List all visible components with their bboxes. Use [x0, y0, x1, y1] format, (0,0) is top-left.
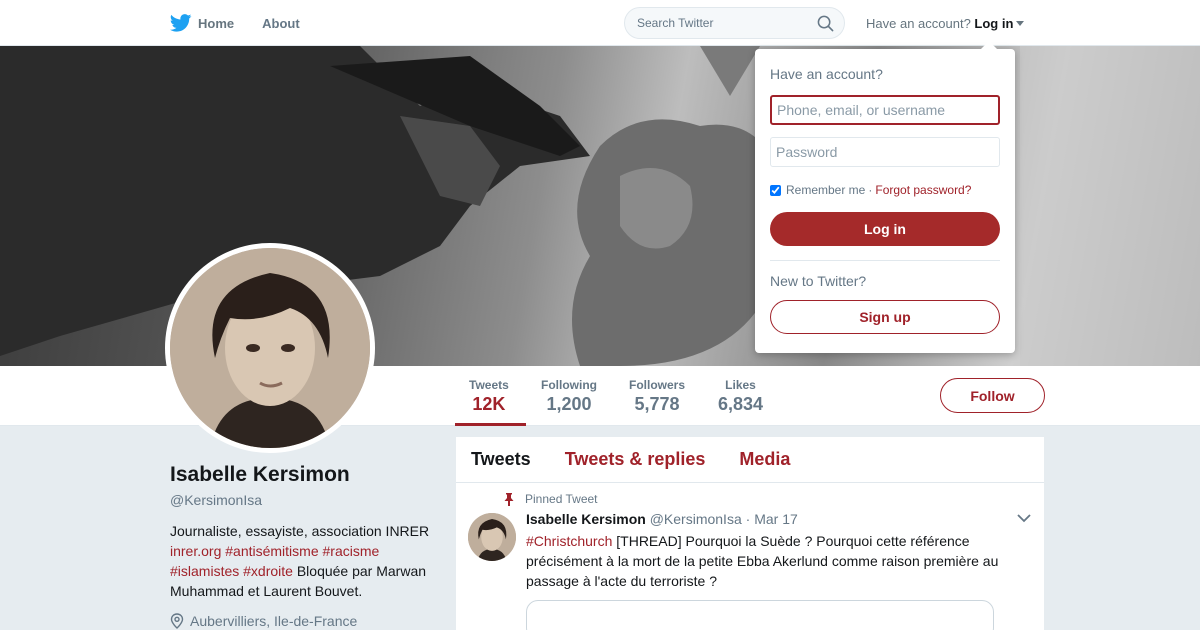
- profile-avatar[interactable]: [165, 243, 375, 453]
- signup-button[interactable]: Sign up: [770, 300, 1000, 334]
- active-stat-underline: [455, 423, 526, 426]
- tweet-media-card[interactable]: [526, 600, 994, 630]
- tab-tweets-replies[interactable]: Tweets & replies: [565, 449, 706, 470]
- profile-handle[interactable]: @KersimonIsa: [170, 492, 440, 508]
- tweet-author-avatar[interactable]: [468, 513, 516, 561]
- tab-media[interactable]: Media: [739, 449, 790, 470]
- profile-bio: Journaliste, essayiste, association INRE…: [170, 521, 440, 601]
- stat-likes[interactable]: Likes 6,834: [718, 378, 763, 415]
- divider: [770, 260, 1000, 261]
- caret-down-icon: [1016, 21, 1025, 26]
- stat-label: Following: [541, 378, 597, 392]
- follow-button[interactable]: Follow: [940, 378, 1045, 413]
- bio-link[interactable]: inrer.org: [170, 543, 221, 559]
- profile-name[interactable]: Isabelle Kersimon: [170, 463, 440, 487]
- profile-location: Aubervilliers, Ile-de-France: [170, 613, 440, 629]
- login-dropdown-toggle[interactable]: Log in: [974, 16, 1025, 31]
- have-account-prompt: Have an account? Log in: [866, 16, 1025, 31]
- profile-info: Isabelle Kersimon @KersimonIsa Journalis…: [170, 463, 440, 629]
- tweet-author-name[interactable]: Isabelle Kersimon: [526, 511, 646, 527]
- login-dropdown-title: Have an account?: [770, 66, 883, 82]
- login-button[interactable]: Log in: [770, 212, 1000, 246]
- tweet-avatar-portrait: [468, 513, 516, 561]
- search-input[interactable]: [625, 8, 805, 38]
- stat-value: 1,200: [546, 394, 592, 414]
- pin-icon: [504, 492, 514, 506]
- login-dropdown: Have an account? Remember me · Forgot pa…: [755, 41, 1015, 353]
- pinned-indicator: Pinned Tweet: [503, 492, 598, 506]
- avatar-photo: [170, 248, 370, 448]
- avatar-portrait: [170, 248, 370, 448]
- tweet-author-handle[interactable]: @KersimonIsa: [650, 511, 742, 527]
- stat-label: Followers: [629, 378, 686, 392]
- nav-left: Home About: [170, 0, 328, 46]
- stat-label: Tweets: [469, 378, 509, 392]
- nav-about[interactable]: About: [262, 16, 300, 31]
- tweet-separator: ·: [745, 511, 751, 527]
- search-icon[interactable]: [817, 15, 834, 32]
- tweet-hashtag[interactable]: #Christchurch: [526, 533, 612, 549]
- tweet-date[interactable]: Mar 17: [754, 511, 798, 527]
- password-field[interactable]: [770, 137, 1000, 167]
- timeline: Tweets Tweets & replies Media Pinned Twe…: [456, 437, 1044, 630]
- timeline-tabs: Tweets Tweets & replies Media: [456, 437, 1044, 483]
- stat-followers[interactable]: Followers 5,778: [629, 378, 685, 415]
- bio-hashtag[interactable]: #antisémitisme: [225, 543, 318, 559]
- nav-home-label: Home: [198, 15, 235, 31]
- bio-hashtag[interactable]: #racisme: [323, 543, 380, 559]
- remember-separator: ·: [868, 183, 873, 197]
- stat-value: 12K: [472, 394, 506, 414]
- new-to-twitter-label: New to Twitter?: [770, 273, 867, 289]
- stat-following[interactable]: Following 1,200: [541, 378, 597, 415]
- stat-value: 5,778: [634, 394, 680, 414]
- bio-hashtag[interactable]: #islamistes: [170, 563, 239, 579]
- chevron-down-icon[interactable]: [1017, 514, 1031, 523]
- top-navigation-bar: Home About Have an account? Log in: [0, 0, 1200, 46]
- stat-label: Likes: [725, 378, 756, 392]
- nav-home[interactable]: Home: [170, 14, 234, 32]
- username-field[interactable]: [770, 95, 1000, 125]
- twitter-bird-icon: [170, 14, 192, 32]
- tab-tweets[interactable]: Tweets: [471, 449, 531, 470]
- location-icon: [170, 613, 184, 629]
- have-account-text: Have an account?: [866, 16, 971, 31]
- search-box: [624, 7, 845, 39]
- remember-row: Remember me · Forgot password?: [770, 183, 971, 197]
- forgot-password-link[interactable]: Forgot password?: [875, 183, 971, 197]
- tweet-text: #Christchurch [THREAD] Pourquoi la Suède…: [526, 531, 1016, 591]
- stat-tweets[interactable]: Tweets 12K: [469, 378, 509, 415]
- remember-checkbox[interactable]: [770, 184, 781, 196]
- remember-label[interactable]: Remember me: [786, 183, 865, 197]
- login-link-label: Log in: [974, 16, 1014, 31]
- tweet-header: Isabelle Kersimon @KersimonIsa · Mar 17: [526, 511, 798, 527]
- bio-text: Journaliste, essayiste, association INRE…: [170, 523, 430, 539]
- pinned-label: Pinned Tweet: [525, 492, 598, 506]
- stat-value: 6,834: [718, 394, 764, 414]
- bio-hashtag[interactable]: #xdroite: [243, 563, 293, 579]
- location-text: Aubervilliers, Ile-de-France: [190, 613, 358, 629]
